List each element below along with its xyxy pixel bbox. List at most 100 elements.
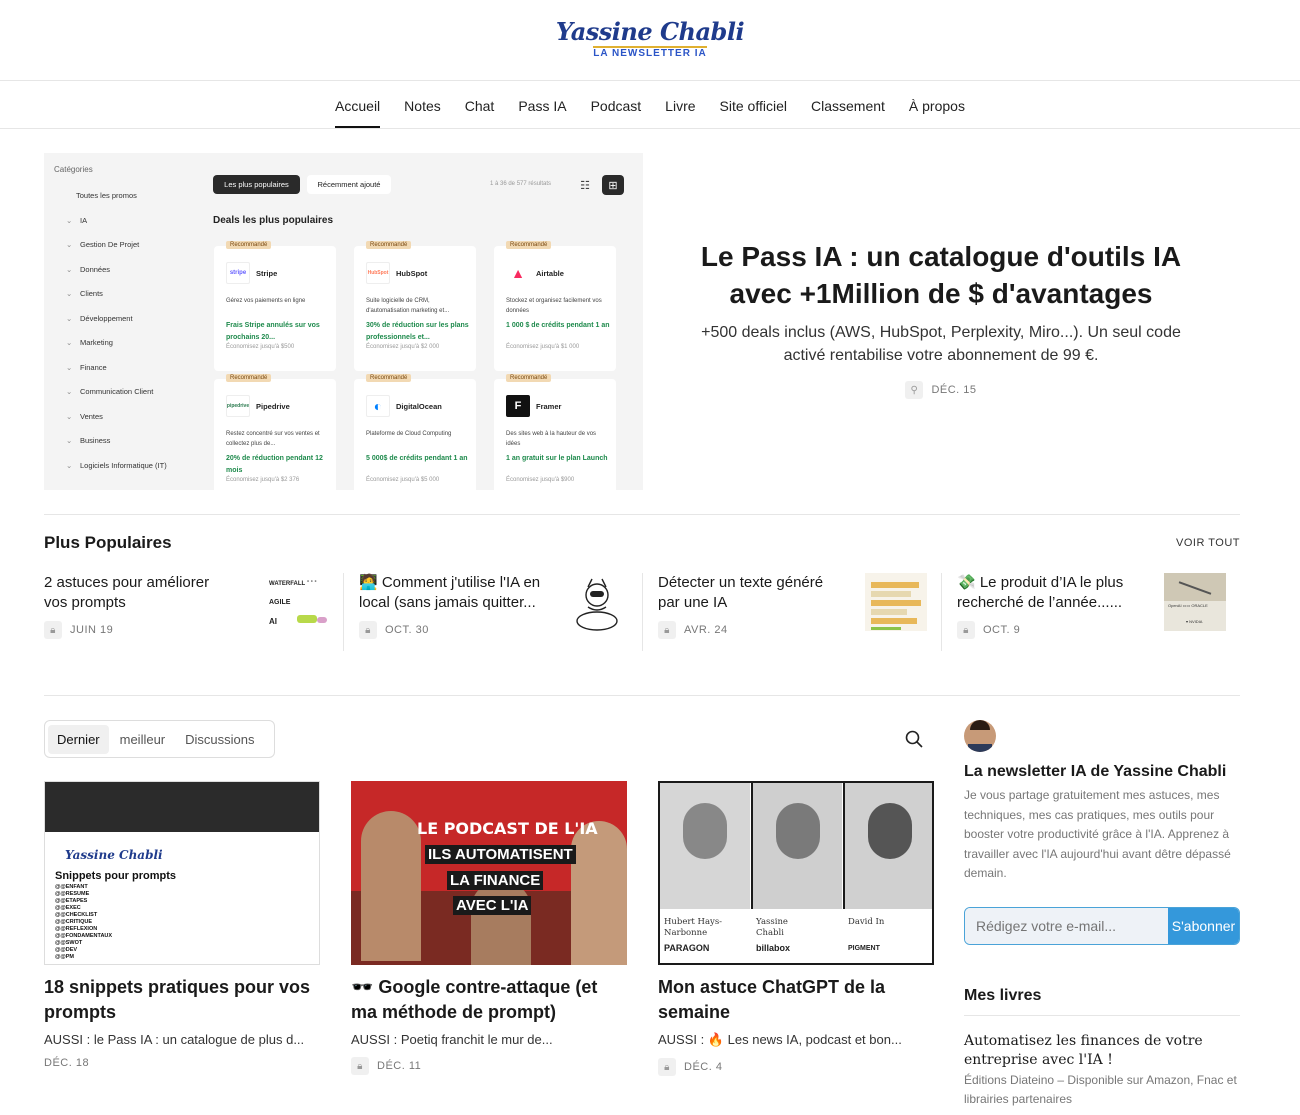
- main-nav: Accueil Notes Chat Pass IA Podcast Livre…: [0, 81, 1300, 129]
- post-card[interactable]: Yassine Chabli Snippets pour prompts @@E…: [44, 781, 320, 1076]
- popular-item[interactable]: 2 astuces pour améliorer vos prompts WAT…: [44, 573, 343, 651]
- category-item: ⌄ Finance: [66, 362, 107, 372]
- post-date: DÉC. 4: [684, 1061, 723, 1073]
- category-item: ⌄ Gestion De Projet: [66, 240, 140, 249]
- popular-item-title[interactable]: 2 astuces pour améliorer vos prompts: [44, 573, 234, 613]
- search-icon[interactable]: [905, 730, 923, 748]
- nav-pass-ia[interactable]: Pass IA: [518, 81, 566, 128]
- popular-item-meta: 🔒︎ OCT. 30: [359, 621, 429, 639]
- featured-post-subtitle: +500 deals inclus (AWS, HubSpot, Perplex…: [701, 324, 1181, 364]
- site-logo[interactable]: Yassine Chabli LA NEWSLETTER IA: [555, 17, 745, 60]
- featured-post[interactable]: Catégories Toutes les promos ⌄ IA ⌄ Gestio…: [44, 153, 1240, 490]
- category-item: Toutes les promos: [76, 191, 137, 200]
- deal-card: Recommandé HubSpot HubSpot Suite logiciel…: [354, 241, 476, 371]
- popular-section-header: Plus Populaires VOIR TOUT: [44, 533, 1240, 553]
- list-view-icon: ☷: [580, 179, 590, 192]
- btn-recently-added: Récemment ajouté: [307, 175, 391, 194]
- post-subtitle: AUSSI : 🔥 Les news IA, podcast et bon...: [658, 1032, 902, 1047]
- post-image[interactable]: LE PODCAST DE L'IA ILS AUTOMATISENT LA F…: [351, 781, 627, 965]
- nav-podcast[interactable]: Podcast: [591, 81, 642, 128]
- nav-a-propos[interactable]: À propos: [909, 81, 965, 128]
- lock-icon: 🔒︎: [44, 621, 62, 639]
- subscribe-form: S'abonner: [964, 906, 1240, 945]
- lock-icon: 🔒︎: [351, 1057, 369, 1075]
- newsletter-description: Je vous partage gratuitement mes astuces…: [964, 788, 1231, 880]
- nav-livre[interactable]: Livre: [665, 81, 695, 128]
- subscribe-button[interactable]: S'abonner: [1168, 907, 1239, 944]
- post-card[interactable]: Hubert Hays-Narbonne PARAGON Yassine Cha…: [658, 781, 934, 1076]
- view-toggle: ☷ ⊞: [574, 175, 624, 195]
- feed-tabs: Dernier meilleur Discussions: [44, 720, 275, 758]
- category-item: ⌄ Marketing: [66, 338, 113, 347]
- author-avatar[interactable]: [964, 720, 996, 752]
- popular-item-date: AVR. 24: [684, 624, 728, 636]
- btn-most-popular: Les plus populaires: [213, 175, 300, 194]
- featured-post-image[interactable]: Catégories Toutes les promos ⌄ IA ⌄ Gestio…: [44, 153, 643, 490]
- newsletter-title: La newsletter IA de Yassine Chabli: [964, 763, 1227, 780]
- divider: [44, 695, 1240, 696]
- popular-item-meta: 🔒︎ OCT. 9: [957, 621, 1020, 639]
- site-header: Yassine Chabli LA NEWSLETTER IA: [0, 0, 1300, 81]
- post-date: DÉC. 18: [44, 1057, 90, 1069]
- category-item: ⌄ Logiciels Informatique (IT): [66, 460, 167, 470]
- category-item: ⌄ IA: [66, 215, 88, 225]
- post-meta: 🔒︎ DÉC. 11: [351, 1057, 627, 1075]
- popular-item-title[interactable]: Détecter un texte généré par une IA: [658, 573, 848, 613]
- book-title[interactable]: Automatisez les finances de votre entrep…: [964, 1032, 1240, 1070]
- popular-item-date: OCT. 9: [983, 624, 1021, 636]
- nav-accueil[interactable]: Accueil: [335, 81, 381, 128]
- popular-item-thumbnail[interactable]: [566, 573, 628, 631]
- post-grid: Yassine Chabli Snippets pour prompts @@E…: [44, 781, 934, 1076]
- post-title[interactable]: 18 snippets pratiques pour vos prompts: [44, 975, 320, 1025]
- category-item: ⌄ Développement: [66, 313, 133, 323]
- grid-view-icon: ⊞: [602, 175, 624, 195]
- popular-item[interactable]: Détecter un texte généré par une IA 🔒︎ A…: [642, 573, 941, 651]
- deal-card: Recommandé ◐ DigitalOcean Plateforme de C…: [354, 374, 476, 490]
- popular-item-thumbnail[interactable]: OpenAI ▭▭ ORACLE ▾ NVIDIA: [1164, 573, 1226, 631]
- nav-notes[interactable]: Notes: [404, 81, 441, 128]
- pin-icon: ⚲: [905, 381, 924, 399]
- post-title[interactable]: 🕶️ Google contre-attaque (et ma méthode …: [351, 975, 627, 1025]
- categories-title: Catégories: [54, 165, 93, 174]
- popular-heading: Plus Populaires: [44, 533, 172, 552]
- nav-classement[interactable]: Classement: [811, 81, 885, 128]
- books-heading: Mes livres: [964, 987, 1240, 1016]
- categories-list: Toutes les promos ⌄ IA ⌄ Gestion De Projet…: [66, 191, 186, 485]
- popular-item-meta: 🔒︎ JUIN 19: [44, 621, 113, 639]
- popular-item[interactable]: 🧑‍💻 Comment j'utilise l'IA en local (san…: [343, 573, 642, 651]
- post-image[interactable]: Hubert Hays-Narbonne PARAGON Yassine Cha…: [658, 781, 934, 965]
- book-subtitle: Éditions Diateino – Disponible sur Amazo…: [964, 1072, 1237, 1106]
- deal-card: Recommandé pipedrive Pipedrive Restez con…: [214, 374, 336, 490]
- deal-card: Recommandé ▲ Airtable Stockez et organise…: [494, 241, 616, 371]
- popular-item-title[interactable]: 💸 Le produit d’IA le plus recherché de l…: [957, 573, 1147, 613]
- popular-item-title[interactable]: 🧑‍💻 Comment j'utilise l'IA en local (san…: [359, 573, 549, 613]
- sidebar: La newsletter IA de Yassine Chabli Je vo…: [964, 720, 1240, 1109]
- tab-dernier[interactable]: Dernier: [48, 724, 109, 754]
- post-image[interactable]: Yassine Chabli Snippets pour prompts @@E…: [44, 781, 320, 965]
- nav-chat[interactable]: Chat: [465, 81, 495, 128]
- featured-post-date: DÉC. 15: [931, 384, 977, 396]
- nav-site-officiel[interactable]: Site officiel: [720, 81, 787, 128]
- deals-heading: Deals les plus populaires: [213, 215, 334, 226]
- category-item: ⌄ Données: [66, 264, 111, 274]
- see-all-link[interactable]: VOIR TOUT: [1176, 537, 1240, 549]
- tab-meilleur[interactable]: meilleur: [111, 725, 175, 754]
- featured-post-title[interactable]: Le Pass IA : un catalogue d'outils IA av…: [684, 238, 1198, 312]
- email-input[interactable]: [965, 907, 1168, 944]
- logo-tagline: LA NEWSLETTER IA: [593, 46, 707, 59]
- category-item: ⌄ Clients: [66, 289, 103, 298]
- featured-post-meta: ⚲ DÉC. 15: [684, 381, 1198, 399]
- post-title[interactable]: Mon astuce ChatGPT de la semaine: [658, 975, 934, 1025]
- popular-list: 2 astuces pour améliorer vos prompts WAT…: [44, 573, 1240, 651]
- deal-card: Recommandé stripe Stripe Gérez vos paieme…: [214, 241, 336, 371]
- featured-post-text: Le Pass IA : un catalogue d'outils IA av…: [684, 238, 1198, 399]
- popular-item-thumbnail[interactable]: [865, 573, 927, 631]
- lock-icon: 🔒︎: [658, 1058, 676, 1076]
- tab-discussions[interactable]: Discussions: [176, 725, 263, 754]
- logo-name: Yassine Chabli: [555, 17, 745, 46]
- robot-cloud-icon: [576, 578, 618, 631]
- popular-item[interactable]: 💸 Le produit d’IA le plus recherché de l…: [941, 573, 1240, 651]
- popular-item-thumbnail[interactable]: WATERFALL AGILE AI • • •: [267, 573, 329, 631]
- category-item: ⌄ Communication Client: [66, 387, 154, 396]
- post-card[interactable]: LE PODCAST DE L'IA ILS AUTOMATISENT LA F…: [351, 781, 627, 1076]
